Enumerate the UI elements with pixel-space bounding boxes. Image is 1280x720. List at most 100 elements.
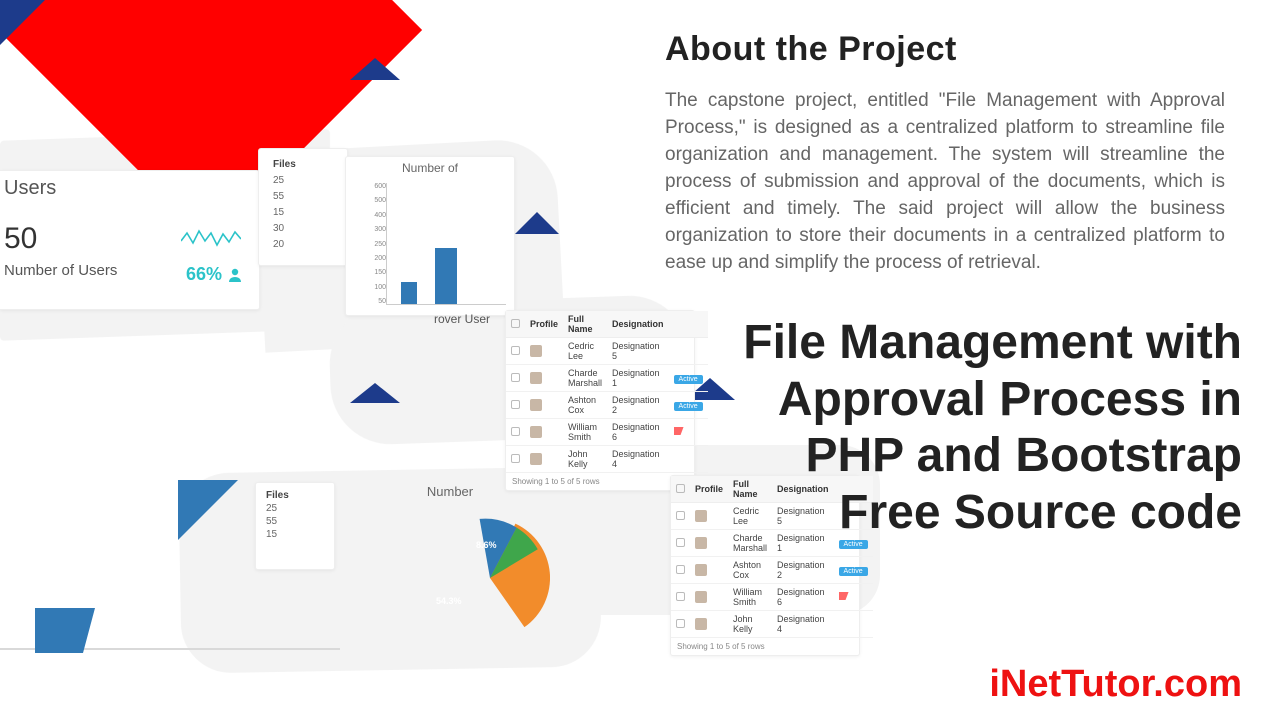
status-badge: Active — [674, 375, 703, 384]
checkbox-icon[interactable] — [511, 319, 520, 328]
users-title: Users — [4, 177, 259, 200]
checkbox-icon[interactable] — [511, 373, 520, 382]
avatar-icon — [530, 345, 542, 357]
tick: 100 — [374, 284, 386, 291]
users-percent: 66% — [186, 264, 243, 285]
checkbox-icon[interactable] — [676, 511, 685, 520]
cell-des: Designation 4 — [772, 611, 834, 638]
cell-des: Designation 4 — [607, 446, 669, 473]
users-percent-value: 66% — [186, 264, 222, 284]
page-title: File Management with Approval Process in… — [722, 315, 1242, 542]
col-designation: Designation — [607, 311, 669, 338]
bar-y-axis: 600 500 400 300 250 200 150 100 50 — [356, 183, 386, 305]
avatar-icon — [530, 426, 542, 438]
col-profile: Profile — [525, 311, 563, 338]
sparkline-icon — [181, 227, 241, 249]
tick: 400 — [374, 212, 386, 219]
legend-value: 25 — [266, 503, 289, 514]
cell-name: Ashton Cox — [563, 392, 607, 419]
checkbox-icon[interactable] — [676, 619, 685, 628]
about-body: The capstone project, entitled "File Man… — [665, 88, 1225, 277]
flag-icon — [674, 427, 684, 435]
table-row[interactable]: John KellyDesignation 4 — [506, 446, 708, 473]
bar — [401, 282, 417, 304]
tick: 250 — [374, 241, 386, 248]
table-pager: Showing 1 to 5 of 5 rows — [671, 638, 859, 655]
avatar-icon — [530, 372, 542, 384]
user-table-card: Profile Full Name Designation Cedric Lee… — [505, 310, 695, 491]
col-fullname: Full Name — [563, 311, 607, 338]
table-row[interactable]: Charde MarshallDesignation 1 Active — [506, 365, 708, 392]
tick: 600 — [374, 183, 386, 190]
avatar-icon — [530, 399, 542, 411]
pie-label: 54.3% — [436, 596, 462, 606]
avatar-icon — [695, 564, 707, 576]
checkbox-icon[interactable] — [511, 427, 520, 436]
files-legend-card: Files 25 55 15 — [255, 482, 335, 570]
table-header-row: Profile Full Name Designation — [506, 311, 708, 338]
tick: 300 — [374, 226, 386, 233]
checkbox-icon[interactable] — [676, 592, 685, 601]
files-header: Files — [269, 157, 300, 171]
bar-chart-title: Number of — [352, 161, 508, 175]
avatar-icon — [695, 537, 707, 549]
cell-name: William Smith — [728, 584, 772, 611]
legend-value: 55 — [269, 189, 300, 203]
bar-chart-card: Number of 600 500 400 300 250 200 150 10… — [345, 156, 515, 316]
pie-plot: 8.6% 54.3% — [430, 518, 550, 638]
approver-user-label: rover User — [434, 312, 490, 326]
checkbox-icon[interactable] — [676, 565, 685, 574]
about-heading: About the Project — [665, 30, 957, 69]
table-row[interactable]: John KellyDesignation 4 — [671, 611, 873, 638]
checkbox-icon[interactable] — [676, 484, 685, 493]
files-legend-card: Files 25 55 15 30 20 — [258, 148, 348, 266]
cell-name: Ashton Cox — [728, 557, 772, 584]
triangle-icon — [0, 0, 45, 45]
avatar-icon — [695, 618, 707, 630]
pie-chart-title: Number — [340, 484, 560, 499]
cell-name: John Kelly — [563, 446, 607, 473]
avatar-icon — [695, 591, 707, 603]
bar — [435, 248, 457, 304]
cell-des: Designation 6 — [607, 419, 669, 446]
cell-des: Designation 2 — [772, 557, 834, 584]
tick: 50 — [378, 298, 386, 305]
table-row[interactable]: Ashton CoxDesignation 2 Active — [671, 557, 873, 584]
checkbox-icon[interactable] — [676, 538, 685, 547]
legend-value: 55 — [266, 516, 289, 527]
user-table: Profile Full Name Designation Cedric Lee… — [506, 311, 708, 473]
tick: 200 — [374, 255, 386, 262]
parallelogram-icon — [35, 608, 95, 653]
user-icon — [227, 267, 243, 283]
legend-value: 30 — [269, 221, 300, 235]
table-row[interactable]: Ashton CoxDesignation 2 Active — [506, 392, 708, 419]
cell-des: Designation 6 — [772, 584, 834, 611]
legend-value: 20 — [269, 237, 300, 251]
avatar-icon — [530, 453, 542, 465]
cell-des: Designation 5 — [607, 338, 669, 365]
cell-name: John Kelly — [728, 611, 772, 638]
cell-name: Charde Marshall — [563, 365, 607, 392]
tick: 150 — [374, 269, 386, 276]
pie-label: 8.6% — [476, 540, 497, 550]
cell-des: Designation 1 — [607, 365, 669, 392]
legend-value: 25 — [269, 173, 300, 187]
status-badge: Active — [674, 402, 703, 411]
status-badge: Active — [839, 567, 868, 576]
triangle-icon — [350, 383, 400, 403]
avatar-icon — [695, 510, 707, 522]
checkbox-icon[interactable] — [511, 400, 520, 409]
tick: 500 — [374, 197, 386, 204]
cell-des: Designation 2 — [607, 392, 669, 419]
checkbox-icon[interactable] — [511, 346, 520, 355]
cell-name: Cedric Lee — [563, 338, 607, 365]
slide-root: Users 50 Number of Users 66% Files 25 55… — [0, 0, 1280, 720]
checkbox-icon[interactable] — [511, 454, 520, 463]
cell-name: William Smith — [563, 419, 607, 446]
table-row[interactable]: Cedric LeeDesignation 5 — [506, 338, 708, 365]
legend-value: 15 — [269, 205, 300, 219]
table-row[interactable]: William SmithDesignation 6 — [671, 584, 873, 611]
triangle-icon — [350, 58, 400, 80]
table-row[interactable]: William SmithDesignation 6 — [506, 419, 708, 446]
users-stat-card: Users 50 Number of Users 66% — [0, 170, 260, 310]
